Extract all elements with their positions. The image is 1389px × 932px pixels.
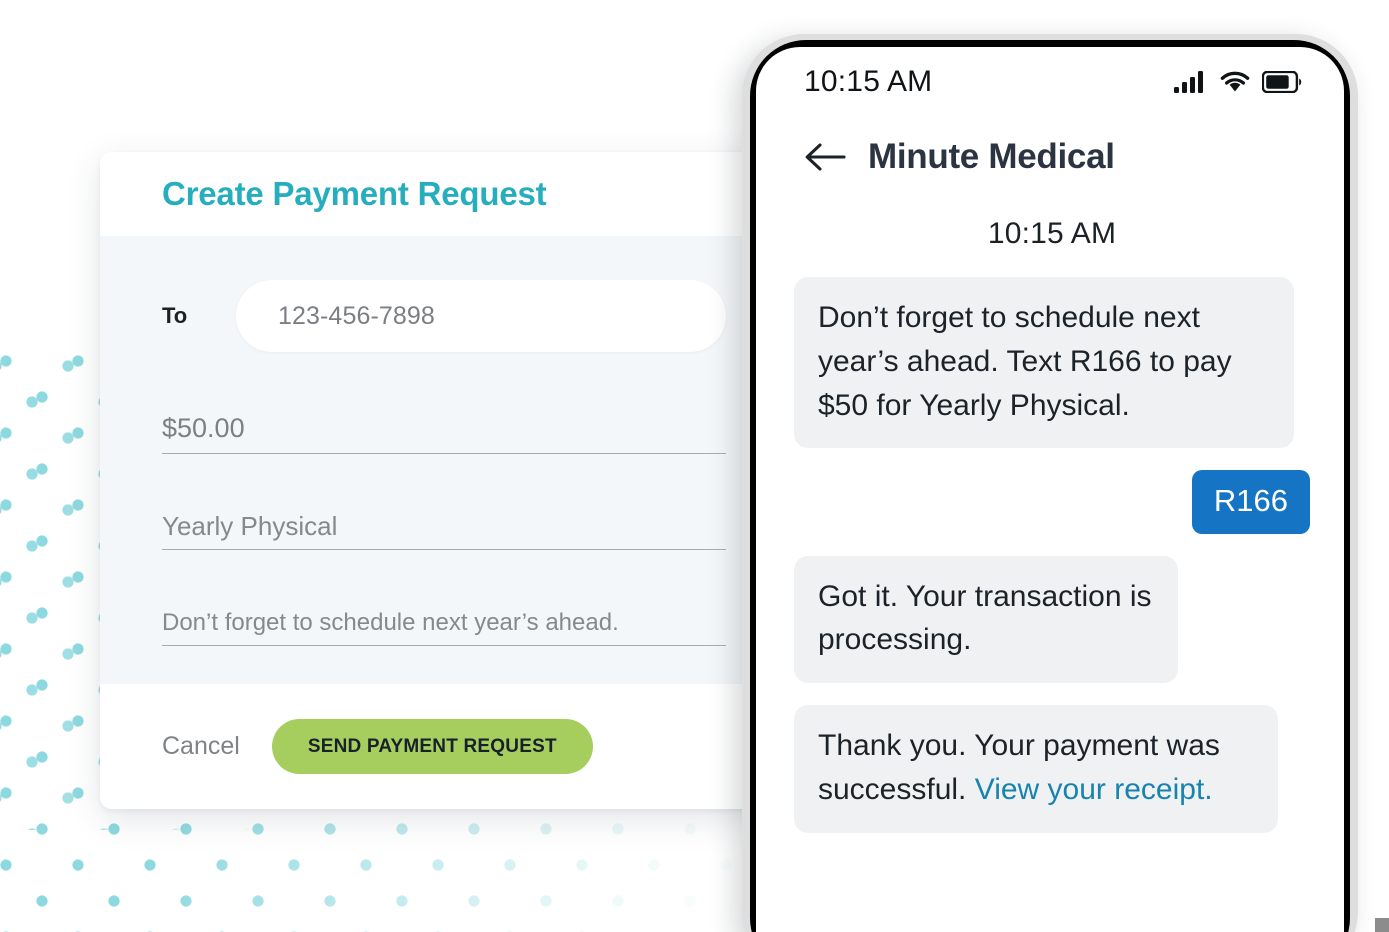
memo-input-value: Yearly Physical: [162, 510, 338, 541]
message-bubble-incoming: Thank you. Your payment was successful. …: [794, 705, 1278, 833]
message-bubble-outgoing: R166: [1191, 470, 1310, 534]
to-label: To: [162, 303, 188, 328]
status-bar-time: 10:15 AM: [804, 65, 933, 98]
memo-input[interactable]: Yearly Physical: [162, 510, 726, 551]
message-bubble-incoming: Got it. Your transaction is processing.: [794, 555, 1178, 684]
message-row-incoming-2: Got it. Your transaction is processing.: [794, 555, 1310, 684]
signal-icon: [1174, 71, 1203, 93]
amount-input-value: $50.00: [162, 413, 245, 443]
card-header: Create Payment Request: [100, 152, 788, 236]
chat-timestamp: 10:15 AM: [987, 217, 1117, 250]
recipient-row: To 123-456-7898: [162, 236, 726, 352]
chat-contact-name: Minute Medical: [868, 137, 1115, 176]
status-bar-icons: [1174, 70, 1302, 94]
wifi-icon: [1220, 71, 1250, 92]
view-receipt-link[interactable]: View your receipt.: [975, 773, 1213, 806]
chat-message-list: 10:15 AM Don’t forget to schedule next y…: [756, 177, 1344, 833]
screenshot-stage: Create Payment Request To 123-456-7898 $…: [0, 0, 1389, 932]
recipient-input-value: 123-456-7898: [278, 301, 435, 330]
message-bubble-incoming: Don’t forget to schedule next year’s ahe…: [794, 277, 1294, 449]
status-bar: 10:15 AM: [756, 47, 1344, 109]
recipient-input[interactable]: 123-456-7898: [236, 280, 726, 352]
card-body: To 123-456-7898 $50.00 Yearly Physical D…: [100, 236, 788, 684]
battery-icon: [1262, 71, 1302, 93]
message-row-incoming-1: Don’t forget to schedule next year’s ahe…: [794, 277, 1310, 449]
phone-screen: 10:15 AM Minute Medical 10:15 AM Don’t f…: [756, 47, 1344, 932]
phone-mockup: 10:15 AM Minute Medical 10:15 AM Don’t f…: [742, 34, 1358, 932]
window-resize-handle[interactable]: [1375, 918, 1389, 932]
message-row-outgoing-1: R166: [794, 470, 1310, 534]
back-arrow-icon[interactable]: [804, 140, 846, 174]
cancel-button[interactable]: Cancel: [162, 732, 240, 761]
chat-header: Minute Medical: [756, 109, 1344, 177]
card-footer: Cancel SEND PAYMENT REQUEST: [100, 684, 788, 809]
message-row-incoming-3: Thank you. Your payment was successful. …: [794, 705, 1310, 833]
create-payment-request-card: Create Payment Request To 123-456-7898 $…: [100, 152, 788, 809]
note-input[interactable]: Don’t forget to schedule next year’s ahe…: [162, 608, 726, 647]
send-payment-request-button[interactable]: SEND PAYMENT REQUEST: [271, 719, 593, 774]
page-title: Create Payment Request: [162, 175, 547, 212]
note-input-value: Don’t forget to schedule next year’s ahe…: [162, 609, 619, 637]
amount-input[interactable]: $50.00: [162, 412, 726, 454]
